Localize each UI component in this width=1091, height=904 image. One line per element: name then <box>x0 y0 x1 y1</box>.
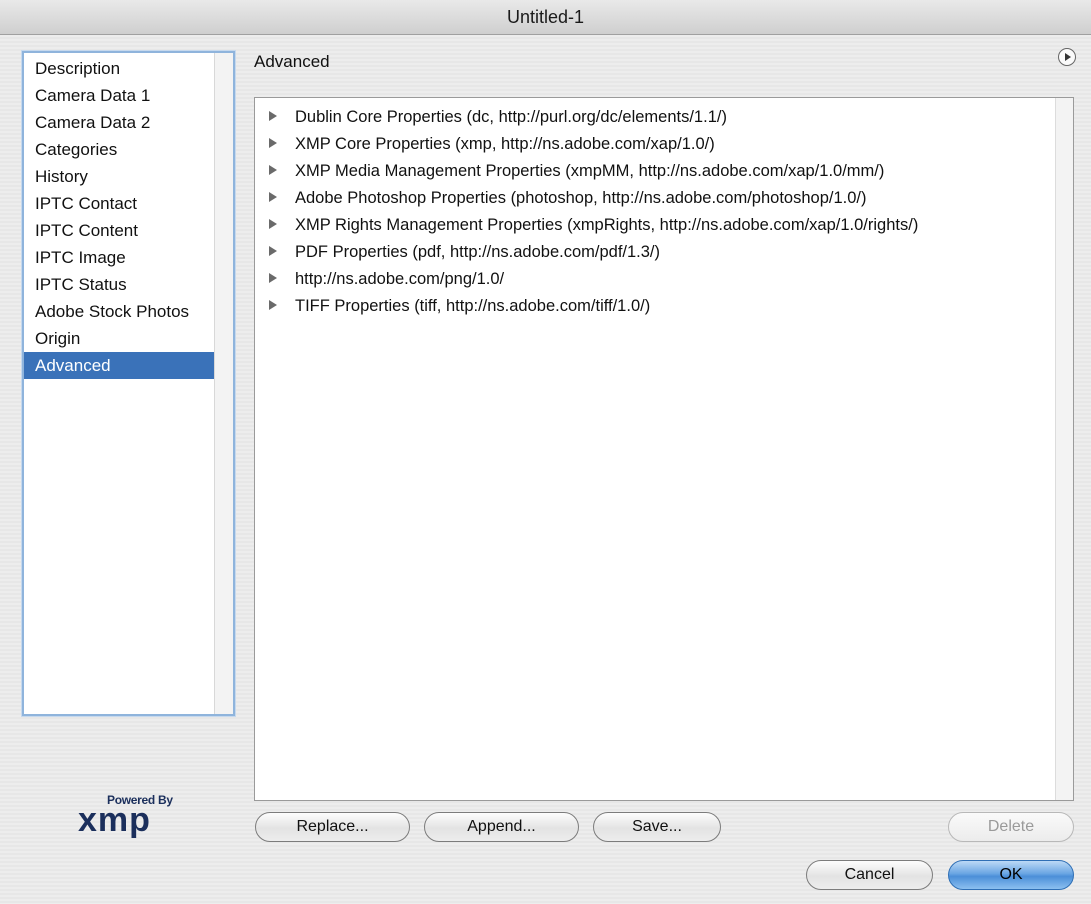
xmp-logo: Powered By xmp <box>78 793 188 843</box>
sidebar-item-camera-data-1[interactable]: Camera Data 1 <box>24 82 215 109</box>
tree-row-label: Adobe Photoshop Properties (photoshop, h… <box>295 189 867 207</box>
cancel-button[interactable]: Cancel <box>806 860 933 890</box>
properties-tree[interactable]: Dublin Core Properties (dc, http://purl.… <box>254 97 1074 801</box>
tree-row-label: PDF Properties (pdf, http://ns.adobe.com… <box>295 243 661 261</box>
tree-row[interactable]: XMP Media Management Properties (xmpMM, … <box>267 160 918 187</box>
sidebar-item-camera-data-2[interactable]: Camera Data 2 <box>24 109 215 136</box>
sidebar-item-origin[interactable]: Origin <box>24 325 215 352</box>
tree-row[interactable]: Dublin Core Properties (dc, http://purl.… <box>267 106 918 133</box>
tree-rows: Dublin Core Properties (dc, http://purl.… <box>267 106 918 322</box>
disclosure-triangle-icon[interactable] <box>267 160 295 182</box>
disclosure-triangle-icon[interactable] <box>267 106 295 128</box>
sidebar-item-iptc-contact[interactable]: IPTC Contact <box>24 190 215 217</box>
tree-row[interactable]: XMP Rights Management Properties (xmpRig… <box>267 214 918 241</box>
category-sidebar[interactable]: Description Camera Data 1 Camera Data 2 Cat… <box>22 51 235 716</box>
sidebar-scrollbar[interactable] <box>214 53 233 714</box>
window-title: Untitled-1 <box>0 0 1091 35</box>
sidebar-item-categories[interactable]: Categories <box>24 136 215 163</box>
sidebar-item-iptc-image[interactable]: IPTC Image <box>24 244 215 271</box>
sidebar-item-description[interactable]: Description <box>24 55 215 82</box>
tree-row-label: XMP Rights Management Properties (xmpRig… <box>295 216 919 234</box>
disclosure-triangle-icon[interactable] <box>267 295 295 317</box>
sidebar-item-history[interactable]: History <box>24 163 215 190</box>
tree-row-label: XMP Media Management Properties (xmpMM, … <box>295 162 885 180</box>
disclosure-triangle-icon[interactable] <box>267 214 295 236</box>
panel-title: Advanced <box>254 52 330 71</box>
tree-row-label: Dublin Core Properties (dc, http://purl.… <box>295 108 727 126</box>
tree-row[interactable]: TIFF Properties (tiff, http://ns.adobe.c… <box>267 295 918 322</box>
tree-row-label: http://ns.adobe.com/png/1.0/ <box>295 270 505 288</box>
append-button[interactable]: Append... <box>424 812 579 842</box>
disclosure-triangle-icon[interactable] <box>267 187 295 209</box>
tree-row[interactable]: http://ns.adobe.com/png/1.0/ <box>267 268 918 295</box>
delete-button[interactable]: Delete <box>948 812 1074 842</box>
tree-row-label: XMP Core Properties (xmp, http://ns.adob… <box>295 135 715 153</box>
sidebar-item-adobe-stock-photos[interactable]: Adobe Stock Photos <box>24 298 215 325</box>
disclosure-triangle-icon[interactable] <box>267 268 295 290</box>
tree-row[interactable]: PDF Properties (pdf, http://ns.adobe.com… <box>267 241 918 268</box>
panel-menu-icon[interactable] <box>1058 48 1076 66</box>
disclosure-triangle-icon[interactable] <box>267 241 295 263</box>
tree-scrollbar[interactable] <box>1055 98 1073 800</box>
disclosure-triangle-icon[interactable] <box>267 133 295 155</box>
tree-row[interactable]: Adobe Photoshop Properties (photoshop, h… <box>267 187 918 214</box>
logo-xmp: xmp <box>78 801 151 839</box>
sidebar-item-iptc-content[interactable]: IPTC Content <box>24 217 215 244</box>
ok-button[interactable]: OK <box>948 860 1074 890</box>
tree-row[interactable]: XMP Core Properties (xmp, http://ns.adob… <box>267 133 918 160</box>
tree-row-label: TIFF Properties (tiff, http://ns.adobe.c… <box>295 297 651 315</box>
sidebar-item-advanced[interactable]: Advanced <box>24 352 215 379</box>
sidebar-item-iptc-status[interactable]: IPTC Status <box>24 271 215 298</box>
replace-button[interactable]: Replace... <box>255 812 410 842</box>
category-list: Description Camera Data 1 Camera Data 2 Cat… <box>24 55 215 379</box>
save-button[interactable]: Save... <box>593 812 721 842</box>
